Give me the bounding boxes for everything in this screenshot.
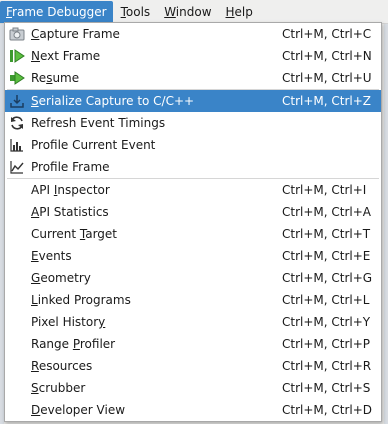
menu-item-resume[interactable]: Resume Ctrl+M, Ctrl+U bbox=[5, 67, 381, 89]
menu-item-pixel-history[interactable]: Pixel History Ctrl+M, Ctrl+Y bbox=[5, 311, 381, 333]
next-frame-icon bbox=[10, 49, 25, 63]
serialize-icon bbox=[10, 95, 24, 108]
shortcut-label: Ctrl+M, Ctrl+R bbox=[282, 359, 372, 373]
menu-tools[interactable]: Tools bbox=[115, 1, 157, 23]
shortcut-label: Ctrl+M, Ctrl+I bbox=[282, 183, 367, 197]
menu-help[interactable]: Help bbox=[220, 1, 259, 23]
area-chart-icon bbox=[10, 161, 24, 174]
menu-item-api-statistics[interactable]: API Statistics Ctrl+M, Ctrl+A bbox=[5, 201, 381, 223]
window-background-right bbox=[384, 24, 388, 424]
shortcut-label: Ctrl+M, Ctrl+C bbox=[282, 27, 372, 41]
shortcut-label: Ctrl+M, Ctrl+U bbox=[282, 71, 372, 85]
shortcut-label: Ctrl+M, Ctrl+N bbox=[282, 49, 372, 63]
menu-item-linked-programs[interactable]: Linked Programs Ctrl+M, Ctrl+L bbox=[5, 289, 381, 311]
menu-item-api-inspector[interactable]: API Inspector Ctrl+M, Ctrl+I bbox=[5, 179, 381, 201]
menu-item-refresh-event-timings[interactable]: Refresh Event Timings bbox=[5, 112, 381, 134]
camera-icon bbox=[9, 27, 25, 41]
shortcut-label: Ctrl+M, Ctrl+A bbox=[282, 205, 372, 219]
bar-chart-icon bbox=[10, 139, 23, 152]
menu-item-profile-frame[interactable]: Profile Frame bbox=[5, 156, 381, 178]
shortcut-label: Ctrl+M, Ctrl+T bbox=[282, 227, 371, 241]
shortcut-label: Ctrl+M, Ctrl+S bbox=[282, 381, 371, 395]
menu-item-scrubber[interactable]: Scrubber Ctrl+M, Ctrl+S bbox=[5, 377, 381, 399]
menu-item-next-frame[interactable]: Next Frame Ctrl+M, Ctrl+N bbox=[5, 45, 381, 67]
resume-icon bbox=[10, 71, 25, 85]
shortcut-label: Ctrl+M, Ctrl+Z bbox=[282, 94, 372, 108]
shortcut-label: Ctrl+M, Ctrl+P bbox=[282, 337, 371, 351]
menu-item-developer-view[interactable]: Developer View Ctrl+M, Ctrl+D bbox=[5, 399, 381, 421]
shortcut-label: Ctrl+M, Ctrl+E bbox=[282, 249, 371, 263]
shortcut-label: Ctrl+M, Ctrl+Y bbox=[282, 315, 371, 329]
shortcut-label: Ctrl+M, Ctrl+D bbox=[282, 403, 373, 417]
frame-debugger-dropdown: Capture Frame Ctrl+M, Ctrl+C Next Frame … bbox=[4, 22, 382, 422]
menu-item-events[interactable]: Events Ctrl+M, Ctrl+E bbox=[5, 245, 381, 267]
menu-item-capture-frame[interactable]: Capture Frame Ctrl+M, Ctrl+C bbox=[5, 23, 381, 45]
menu-bar: Frame Debugger Tools Window Help bbox=[0, 0, 388, 24]
menu-item-profile-current-event[interactable]: Profile Current Event bbox=[5, 134, 381, 156]
menu-item-resources[interactable]: Resources Ctrl+M, Ctrl+R bbox=[5, 355, 381, 377]
menu-item-current-target[interactable]: Current Target Ctrl+M, Ctrl+T bbox=[5, 223, 381, 245]
menu-item-serialize-capture[interactable]: Serialize Capture to C/C++ Ctrl+M, Ctrl+… bbox=[5, 90, 381, 112]
menu-frame-debugger[interactable]: Frame Debugger bbox=[0, 1, 113, 23]
shortcut-label: Ctrl+M, Ctrl+L bbox=[282, 293, 370, 307]
refresh-icon bbox=[11, 116, 23, 130]
shortcut-label: Ctrl+M, Ctrl+G bbox=[282, 271, 373, 285]
menu-item-geometry[interactable]: Geometry Ctrl+M, Ctrl+G bbox=[5, 267, 381, 289]
menu-item-range-profiler[interactable]: Range Profiler Ctrl+M, Ctrl+P bbox=[5, 333, 381, 355]
menu-window[interactable]: Window bbox=[158, 1, 217, 23]
